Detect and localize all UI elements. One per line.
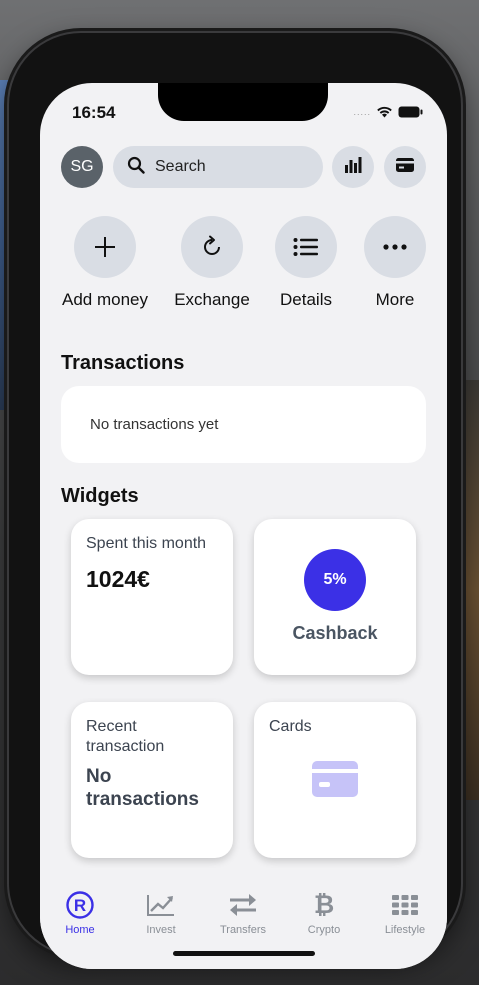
battery-icon <box>398 106 423 118</box>
exchange-label: Exchange <box>174 290 250 309</box>
device-notch <box>158 83 328 121</box>
cards-widget[interactable]: Cards <box>254 702 416 858</box>
spent-value: 1024€ <box>86 566 150 592</box>
tab-home[interactable]: R Home <box>45 890 115 936</box>
cashback-label: Cashback <box>292 623 378 643</box>
tab-lifestyle[interactable]: Lifestyle <box>370 890 440 936</box>
grid-icon <box>370 890 440 920</box>
transfer-icon <box>208 890 278 920</box>
recent-value: No transactions <box>86 766 199 810</box>
transactions-card[interactable]: No transactions yet <box>61 386 426 463</box>
bitcoin-icon: ₿ <box>313 890 335 919</box>
app-screen: 16:54 ..... SG Search Add money Exchange… <box>40 83 447 969</box>
search-icon <box>127 156 145 179</box>
home-indicator[interactable] <box>173 951 315 956</box>
cashback-badge: 5% <box>304 549 366 611</box>
recent-transaction-widget[interactable]: Recent transaction No transactions <box>71 702 233 858</box>
spent-this-month-widget[interactable]: Spent this month 1024€ <box>71 519 233 675</box>
tab-invest-label: Invest <box>146 924 176 936</box>
background-right-edge <box>459 380 479 800</box>
avatar[interactable]: SG <box>61 146 103 188</box>
credit-card-icon <box>312 761 358 797</box>
wifi-icon <box>376 105 393 118</box>
more-label: More <box>375 290 415 309</box>
tab-lifestyle-label: Lifestyle <box>384 924 426 936</box>
transactions-title: Transactions <box>61 352 185 374</box>
refresh-icon <box>181 216 243 278</box>
tab-crypto-label: Crypto <box>307 924 341 936</box>
tab-transfers[interactable]: Transfers <box>208 890 278 936</box>
svg-text:R: R <box>74 896 86 915</box>
phone-frame: 16:54 ..... SG Search Add money Exchange… <box>9 33 461 969</box>
status-icons: ..... <box>353 105 423 118</box>
status-time: 16:54 <box>72 103 116 122</box>
list-icon <box>275 216 337 278</box>
tab-home-label: Home <box>65 924 95 936</box>
details-label: Details <box>280 290 332 309</box>
more-icon <box>364 216 426 278</box>
home-r-icon: R <box>45 890 115 920</box>
cards-label: Cards <box>269 718 312 735</box>
transactions-empty-text: No transactions yet <box>90 416 219 433</box>
cards-button[interactable] <box>384 146 426 188</box>
more-button[interactable]: More <box>350 216 440 316</box>
analytics-icon <box>344 156 362 179</box>
search-bar[interactable]: Search <box>113 146 323 188</box>
add-money-label: Add money <box>62 290 148 309</box>
add-money-button[interactable]: Add money <box>60 216 150 316</box>
chart-icon <box>126 890 196 920</box>
analytics-button[interactable] <box>332 146 374 188</box>
recent-label: Recent transaction <box>86 718 165 755</box>
details-button[interactable]: Details <box>261 216 351 316</box>
plus-icon <box>74 216 136 278</box>
quick-actions: Add money Exchange Details More <box>52 216 432 316</box>
tab-crypto[interactable]: ₿ Crypto <box>289 890 359 936</box>
tab-bar: R Home Invest Transfers ₿ Crypto Lifesty… <box>40 886 447 969</box>
spent-label: Spent this month <box>86 535 207 552</box>
exchange-button[interactable]: Exchange <box>167 216 257 316</box>
cashback-widget[interactable]: 5% Cashback <box>254 519 416 675</box>
signal-icon: ..... <box>353 106 371 117</box>
search-placeholder: Search <box>155 158 206 175</box>
widgets-title: Widgets <box>61 485 139 507</box>
tab-invest[interactable]: Invest <box>126 890 196 936</box>
top-bar: SG Search <box>61 146 427 188</box>
card-icon <box>396 157 414 177</box>
tab-transfers-label: Transfers <box>219 924 267 936</box>
